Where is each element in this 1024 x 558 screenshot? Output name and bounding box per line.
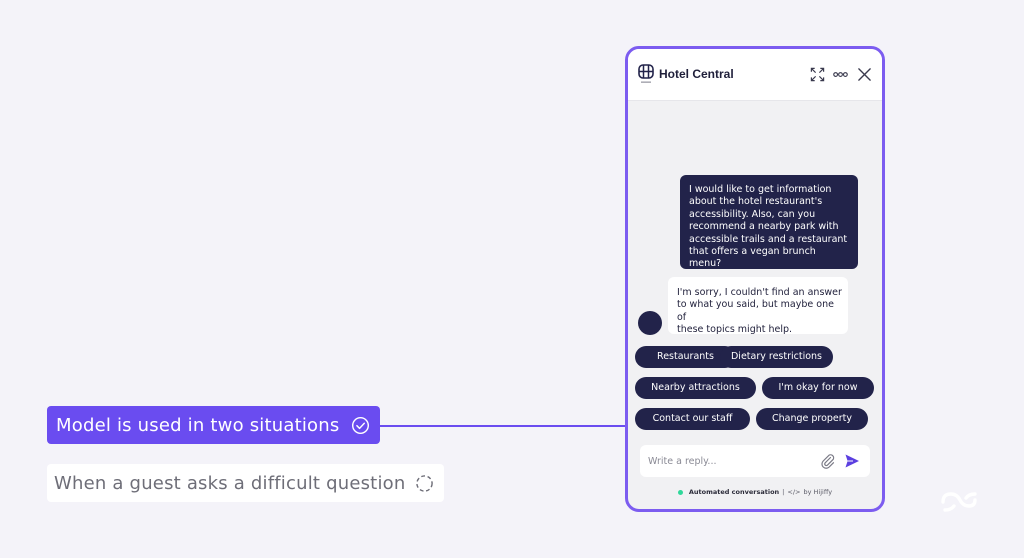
chip-change-property[interactable]: Change property (756, 408, 868, 430)
reply-input[interactable] (648, 451, 808, 471)
inactive-situation-label: When a guest asks a difficult question (47, 464, 444, 502)
chat-widget: Hotel Central I would like to get inform… (625, 46, 885, 512)
inactive-situation-text: When a guest asks a difficult question (54, 472, 406, 494)
bot-avatar (638, 311, 662, 335)
connector-line (380, 425, 626, 427)
active-situation-label: Model is used in two situations (47, 406, 380, 444)
footer-separator: | (782, 488, 785, 496)
code-icon: </> (787, 488, 801, 496)
status-dot (677, 489, 683, 495)
send-icon[interactable] (844, 453, 860, 469)
chip-nearby-attractions[interactable]: Nearby attractions (635, 377, 756, 399)
more-options-icon[interactable] (833, 67, 848, 82)
chat-title: Hotel Central (659, 67, 734, 81)
hotel-logo-icon (638, 64, 654, 83)
active-situation-text: Model is used in two situations (56, 414, 340, 436)
user-message-bubble: I would like to get information about th… (680, 175, 858, 269)
paperclip-icon[interactable] (820, 453, 836, 469)
bot-message-bubble: I'm sorry, I couldn't find an answer to … (668, 277, 848, 335)
reply-box (640, 445, 870, 477)
check-circle-icon (351, 416, 370, 434)
expand-icon[interactable] (810, 67, 825, 82)
chat-footer: Automated conversation | </> by Hijiffy (628, 486, 882, 498)
loading-spinner-icon (416, 474, 433, 492)
chip-contact-staff[interactable]: Contact our staff (635, 408, 750, 430)
chip-okay-for-now[interactable]: I'm okay for now (762, 377, 874, 399)
chat-header: Hotel Central (628, 49, 882, 101)
chip-dietary-restrictions[interactable]: Dietary restrictions (720, 346, 833, 368)
footer-brand: by Hijiffy (803, 488, 833, 496)
footer-status: Automated conversation (688, 488, 780, 496)
brand-logo-icon (941, 492, 977, 512)
close-icon[interactable] (857, 67, 872, 82)
